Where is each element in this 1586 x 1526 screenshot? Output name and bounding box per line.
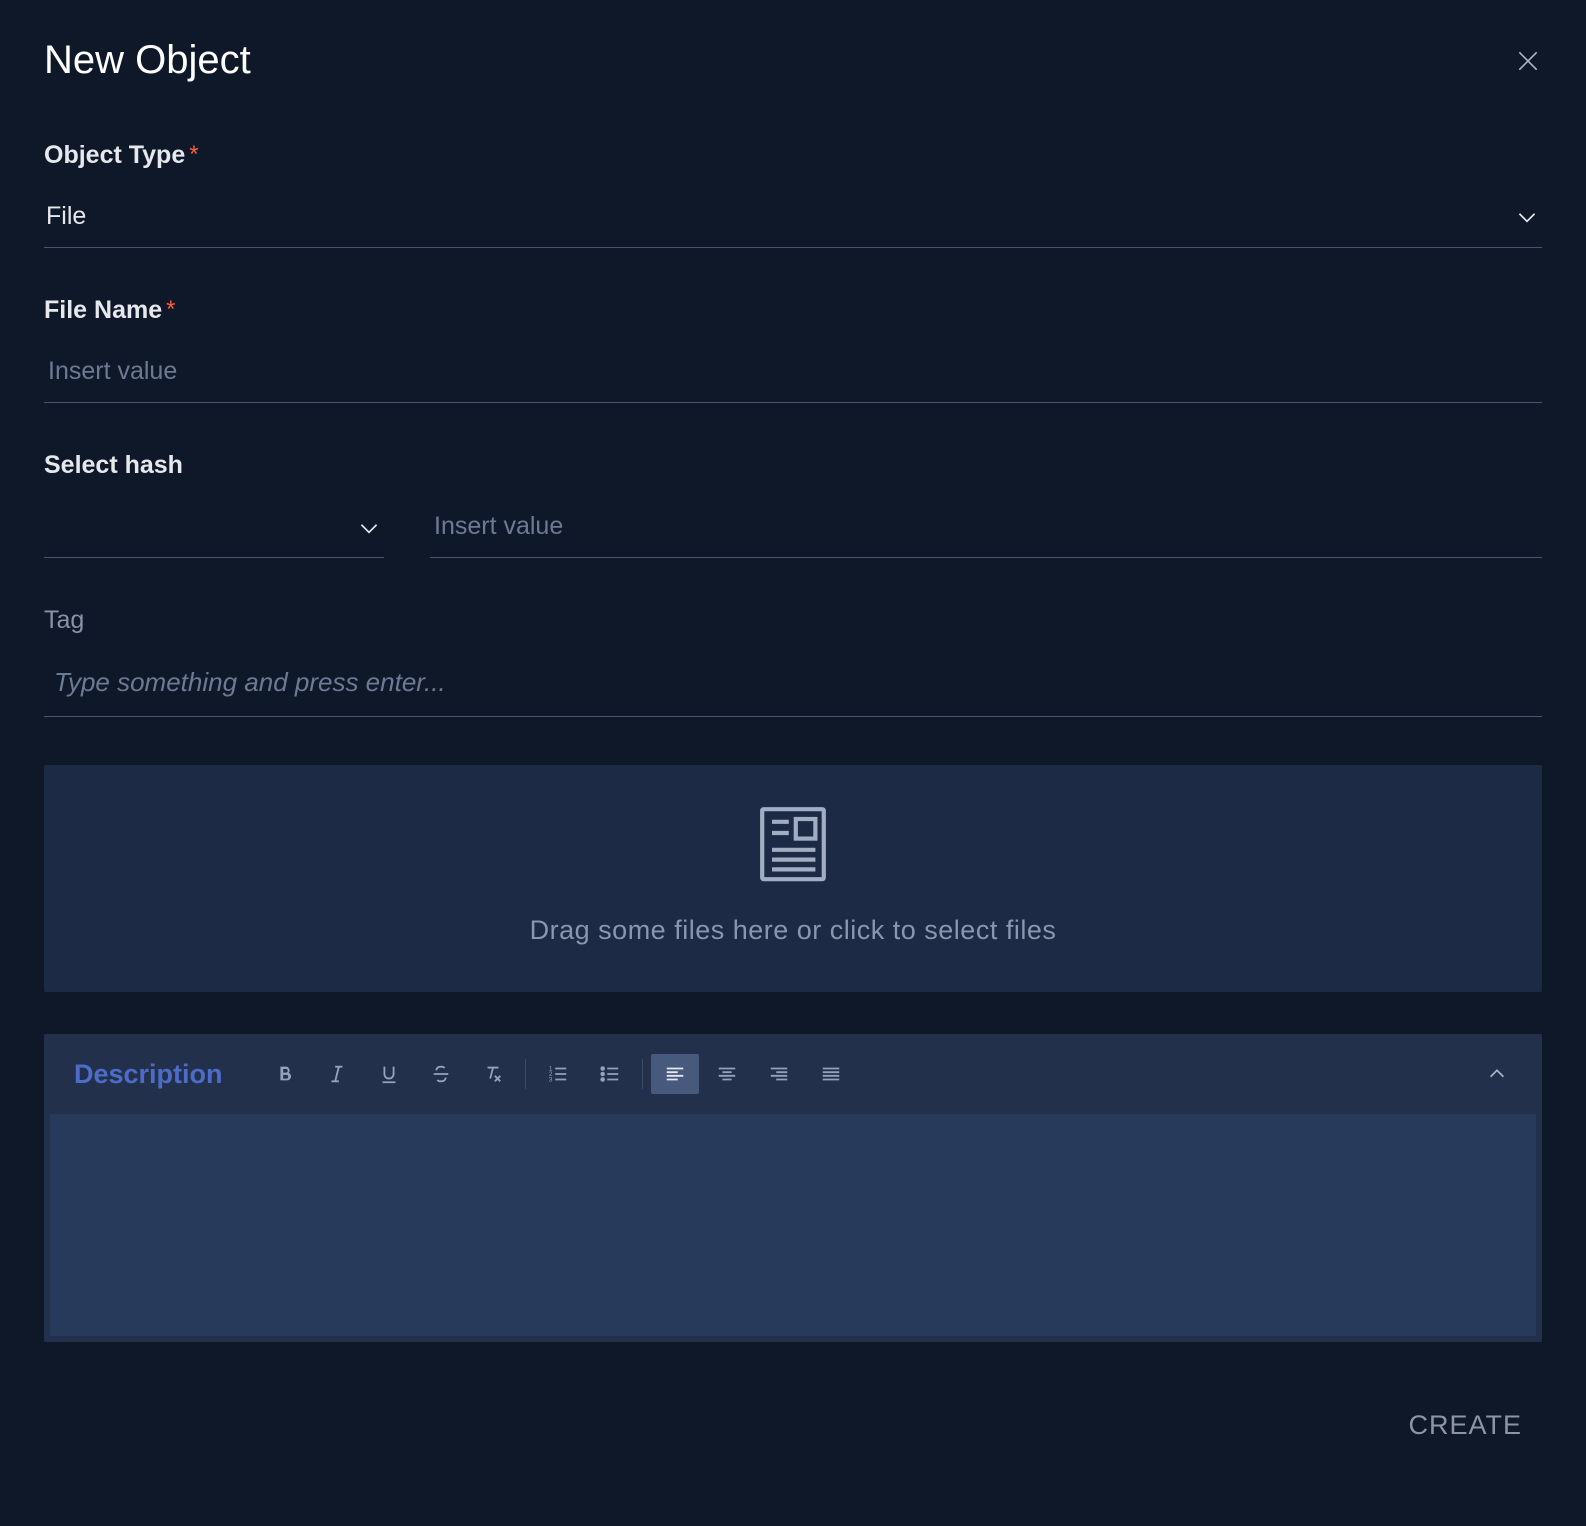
align-right-button[interactable] <box>755 1054 803 1094</box>
underline-icon <box>378 1063 400 1085</box>
file-name-label: File Name* <box>44 296 1542 325</box>
object-type-value: File <box>46 202 86 231</box>
strikethrough-button[interactable] <box>417 1054 465 1094</box>
toolbar-separator <box>525 1059 526 1089</box>
hash-type-select[interactable] <box>44 505 384 557</box>
hash-value-input[interactable] <box>430 502 1542 558</box>
description-editor: Description 123 <box>44 1034 1542 1342</box>
chevron-down-icon <box>356 515 382 541</box>
clear-format-button[interactable] <box>469 1054 517 1094</box>
strikethrough-icon <box>430 1063 452 1085</box>
align-left-button[interactable] <box>651 1054 699 1094</box>
tag-input[interactable] <box>44 657 1542 717</box>
create-button[interactable]: CREATE <box>1388 1400 1542 1451</box>
dialog-title: New Object <box>44 38 251 83</box>
align-center-icon <box>716 1063 738 1085</box>
unordered-list-button[interactable] <box>586 1054 634 1094</box>
align-justify-button[interactable] <box>807 1054 855 1094</box>
close-icon <box>1515 48 1541 74</box>
chevron-down-icon <box>1514 204 1540 230</box>
description-label: Description <box>74 1059 223 1090</box>
align-justify-icon <box>820 1063 842 1085</box>
svg-text:3: 3 <box>548 1076 552 1083</box>
collapse-editor-button[interactable] <box>1482 1059 1512 1089</box>
select-hash-label: Select hash <box>44 451 1542 480</box>
dropzone-text: Drag some files here or click to select … <box>64 915 1522 946</box>
bold-icon <box>274 1063 296 1085</box>
align-left-icon <box>664 1063 686 1085</box>
align-center-button[interactable] <box>703 1054 751 1094</box>
clear-format-icon <box>482 1063 504 1085</box>
object-type-select[interactable]: File <box>44 192 1542 247</box>
chevron-up-icon <box>1486 1063 1508 1085</box>
description-textarea[interactable] <box>50 1114 1536 1336</box>
toolbar-separator <box>642 1059 643 1089</box>
file-dropzone[interactable]: Drag some files here or click to select … <box>44 765 1542 992</box>
object-type-label: Object Type* <box>44 141 1542 170</box>
tag-label: Tag <box>44 606 1542 635</box>
file-name-input[interactable] <box>44 347 1542 403</box>
align-right-icon <box>768 1063 790 1085</box>
bold-button[interactable] <box>261 1054 309 1094</box>
close-button[interactable] <box>1514 47 1542 75</box>
italic-button[interactable] <box>313 1054 361 1094</box>
italic-icon <box>326 1063 348 1085</box>
unordered-list-icon <box>599 1063 621 1085</box>
document-icon <box>758 805 828 883</box>
underline-button[interactable] <box>365 1054 413 1094</box>
ordered-list-button[interactable]: 123 <box>534 1054 582 1094</box>
ordered-list-icon: 123 <box>547 1063 569 1085</box>
